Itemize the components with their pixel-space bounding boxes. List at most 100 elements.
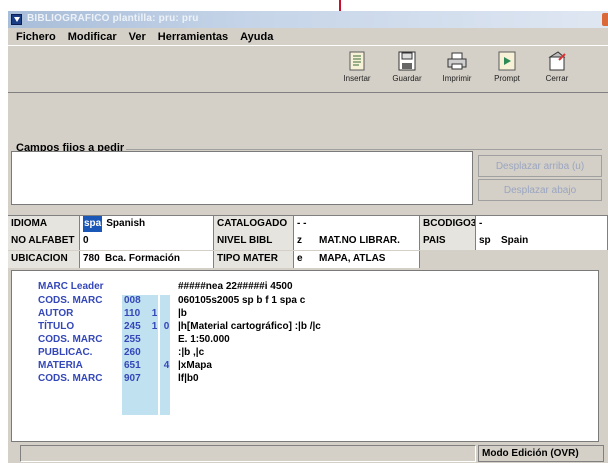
marc-row-label: CODS. MARC bbox=[38, 295, 103, 306]
nivel-label: NIVEL BIBL bbox=[214, 233, 294, 250]
marc-row-value[interactable]: |xMapa bbox=[178, 360, 212, 372]
marc-row-ind2: 4 bbox=[163, 360, 170, 371]
pais-field[interactable]: sp Spain bbox=[476, 233, 608, 250]
marc-row-label: AUTOR bbox=[38, 308, 74, 319]
marc-row-label: TÍTULO bbox=[38, 321, 75, 332]
ubicacion-code: 780 bbox=[83, 253, 100, 264]
tipo-code: e bbox=[297, 253, 303, 264]
nivel-field[interactable]: z MAT.NO LIBRAR. bbox=[294, 233, 420, 250]
bcodigo-label: BCODIGO3 bbox=[420, 216, 476, 233]
prompt-icon bbox=[498, 51, 516, 71]
window-close-button[interactable] bbox=[602, 13, 608, 26]
grid-row: NO ALFABET 0 NIVEL BIBL z MAT.NO LIBRAR. … bbox=[8, 233, 608, 250]
red-marker bbox=[339, 0, 341, 11]
marc-row[interactable]: CODS. MARC 907 lf|b0 bbox=[12, 373, 598, 385]
marc-row[interactable]: PUBLICAC. 260 :|b ,|c bbox=[12, 347, 598, 359]
menu-modificar[interactable]: Modificar bbox=[62, 31, 123, 43]
menu-ayuda[interactable]: Ayuda bbox=[234, 31, 279, 43]
toolbar: Insertar Guardar Imprimir Prompt Cerrar bbox=[8, 45, 608, 93]
marc-row-label: MATERIA bbox=[38, 360, 83, 371]
ubicacion-label: UBICACION bbox=[8, 251, 80, 268]
save-icon bbox=[398, 51, 416, 71]
pais-code: sp bbox=[479, 235, 491, 246]
marc-row-tag: 255 bbox=[124, 334, 141, 345]
status-bar: Modo Edición (OVR) bbox=[8, 443, 608, 463]
close-label: Cerrar bbox=[545, 74, 569, 83]
move-up-button[interactable]: Desplazar arriba (u) bbox=[478, 155, 602, 177]
close-door-icon bbox=[548, 51, 566, 71]
prompt-label: Prompt bbox=[494, 74, 520, 83]
ubicacion-value: Bca. Formación bbox=[105, 253, 181, 264]
alfabet-label: NO ALFABET bbox=[8, 233, 80, 250]
marc-row[interactable]: CODS. MARC 255 E. 1:50.000 bbox=[12, 334, 598, 346]
marc-row-value[interactable]: lf|b0 bbox=[178, 373, 199, 385]
marc-row-ind2: 0 bbox=[163, 321, 170, 332]
nivel-code: z bbox=[297, 235, 302, 246]
insert-button[interactable]: Insertar bbox=[335, 50, 379, 83]
save-button[interactable]: Guardar bbox=[385, 50, 429, 83]
grid-row: UBICACION 780 Bca. Formación TIPO MATER e… bbox=[8, 251, 420, 268]
fixed-fields-box[interactable] bbox=[11, 151, 473, 205]
nivel-value: MAT.NO LIBRAR. bbox=[319, 235, 400, 246]
section-divider bbox=[92, 149, 602, 150]
marc-leader-row[interactable]: MARC Leader #####nea 22#####i 4500 bbox=[12, 281, 598, 293]
menu-fichero[interactable]: Fichero bbox=[10, 31, 62, 43]
menu-bar: Fichero Modificar Ver Herramientas Ayuda bbox=[8, 28, 608, 45]
insert-icon bbox=[349, 51, 365, 71]
marc-row-tag: 260 bbox=[124, 347, 141, 358]
marc-row-label: CODS. MARC bbox=[38, 373, 103, 384]
print-label: Imprimir bbox=[442, 74, 472, 83]
save-label: Guardar bbox=[392, 74, 422, 83]
edit-mode-status: Modo Edición (OVR) bbox=[478, 445, 604, 462]
prompt-button[interactable]: Prompt bbox=[485, 50, 529, 83]
marc-row-label: PUBLICAC. bbox=[38, 347, 93, 358]
marc-row-tag: 110 bbox=[124, 308, 141, 319]
marc-row-ind1: 1 bbox=[151, 321, 158, 332]
app-window: BIBLIOGRAFICO plantilla: pru: pru Ficher… bbox=[8, 11, 608, 463]
marc-row-value[interactable]: E. 1:50.000 bbox=[178, 334, 230, 346]
tipo-field[interactable]: e MAPA, ATLAS bbox=[294, 251, 420, 268]
title-bar: BIBLIOGRAFICO plantilla: pru: pru bbox=[8, 11, 608, 28]
marc-row-ind1: 1 bbox=[151, 308, 158, 319]
marc-leader-label: MARC Leader bbox=[38, 281, 104, 292]
window-title: BIBLIOGRAFICO plantilla: pru: pru bbox=[27, 13, 199, 24]
grid-row: IDIOMA spa Spanish CATALOGADO - - BCODIGO… bbox=[8, 215, 608, 233]
idioma-field[interactable]: spa Spanish bbox=[80, 216, 214, 233]
marc-row-tag: 651 bbox=[124, 360, 141, 371]
app-icon bbox=[11, 14, 22, 25]
marc-row-tag: 008 bbox=[124, 295, 141, 306]
marc-row-tag: 245 bbox=[124, 321, 141, 332]
catalogado-label: CATALOGADO bbox=[214, 216, 294, 233]
marc-row[interactable]: AUTOR 110 1 |b bbox=[12, 308, 598, 320]
tipo-label: TIPO MATER bbox=[214, 251, 294, 268]
close-button[interactable]: Cerrar bbox=[535, 50, 579, 83]
alfabet-field[interactable]: 0 bbox=[80, 233, 214, 250]
print-button[interactable]: Imprimir bbox=[435, 50, 479, 83]
marc-row-value[interactable]: |b bbox=[178, 308, 187, 320]
status-message bbox=[20, 445, 476, 462]
tipo-value: MAPA, ATLAS bbox=[319, 253, 386, 264]
marc-row-label: CODS. MARC bbox=[38, 334, 103, 345]
marc-leader-value[interactable]: #####nea 22#####i 4500 bbox=[178, 281, 293, 293]
idioma-code: spa bbox=[83, 216, 103, 232]
marc-row[interactable]: TÍTULO 245 1 0 |h[Material cartográfico]… bbox=[12, 321, 598, 333]
marc-row-tag: 907 bbox=[124, 373, 141, 384]
bcodigo-field[interactable]: - bbox=[476, 216, 608, 233]
ubicacion-field[interactable]: 780 Bca. Formación bbox=[80, 251, 214, 268]
marc-row-value[interactable]: :|b ,|c bbox=[178, 347, 204, 359]
move-down-button[interactable]: Desplazar abajo bbox=[478, 179, 602, 201]
marc-row-value[interactable]: |h[Material cartográfico] :|b /|c bbox=[178, 321, 321, 333]
print-icon bbox=[447, 52, 467, 70]
insert-label: Insertar bbox=[343, 74, 371, 83]
marc-editor[interactable]: MARC Leader #####nea 22#####i 4500 CODS.… bbox=[11, 270, 599, 442]
menu-ver[interactable]: Ver bbox=[123, 31, 152, 43]
pais-value: Spain bbox=[501, 235, 529, 246]
marc-row-value[interactable]: 060105s2005 sp b f 1 spa c bbox=[178, 295, 305, 307]
catalogado-field[interactable]: - - bbox=[294, 216, 420, 233]
menu-herramientas[interactable]: Herramientas bbox=[152, 31, 234, 43]
pais-label: PAIS bbox=[420, 233, 476, 250]
idioma-label: IDIOMA bbox=[8, 216, 80, 233]
idioma-value: Spanish bbox=[106, 218, 146, 229]
marc-row[interactable]: MATERIA 651 4 |xMapa bbox=[12, 360, 598, 372]
marc-row[interactable]: CODS. MARC 008 060105s2005 sp b f 1 spa … bbox=[12, 295, 598, 307]
